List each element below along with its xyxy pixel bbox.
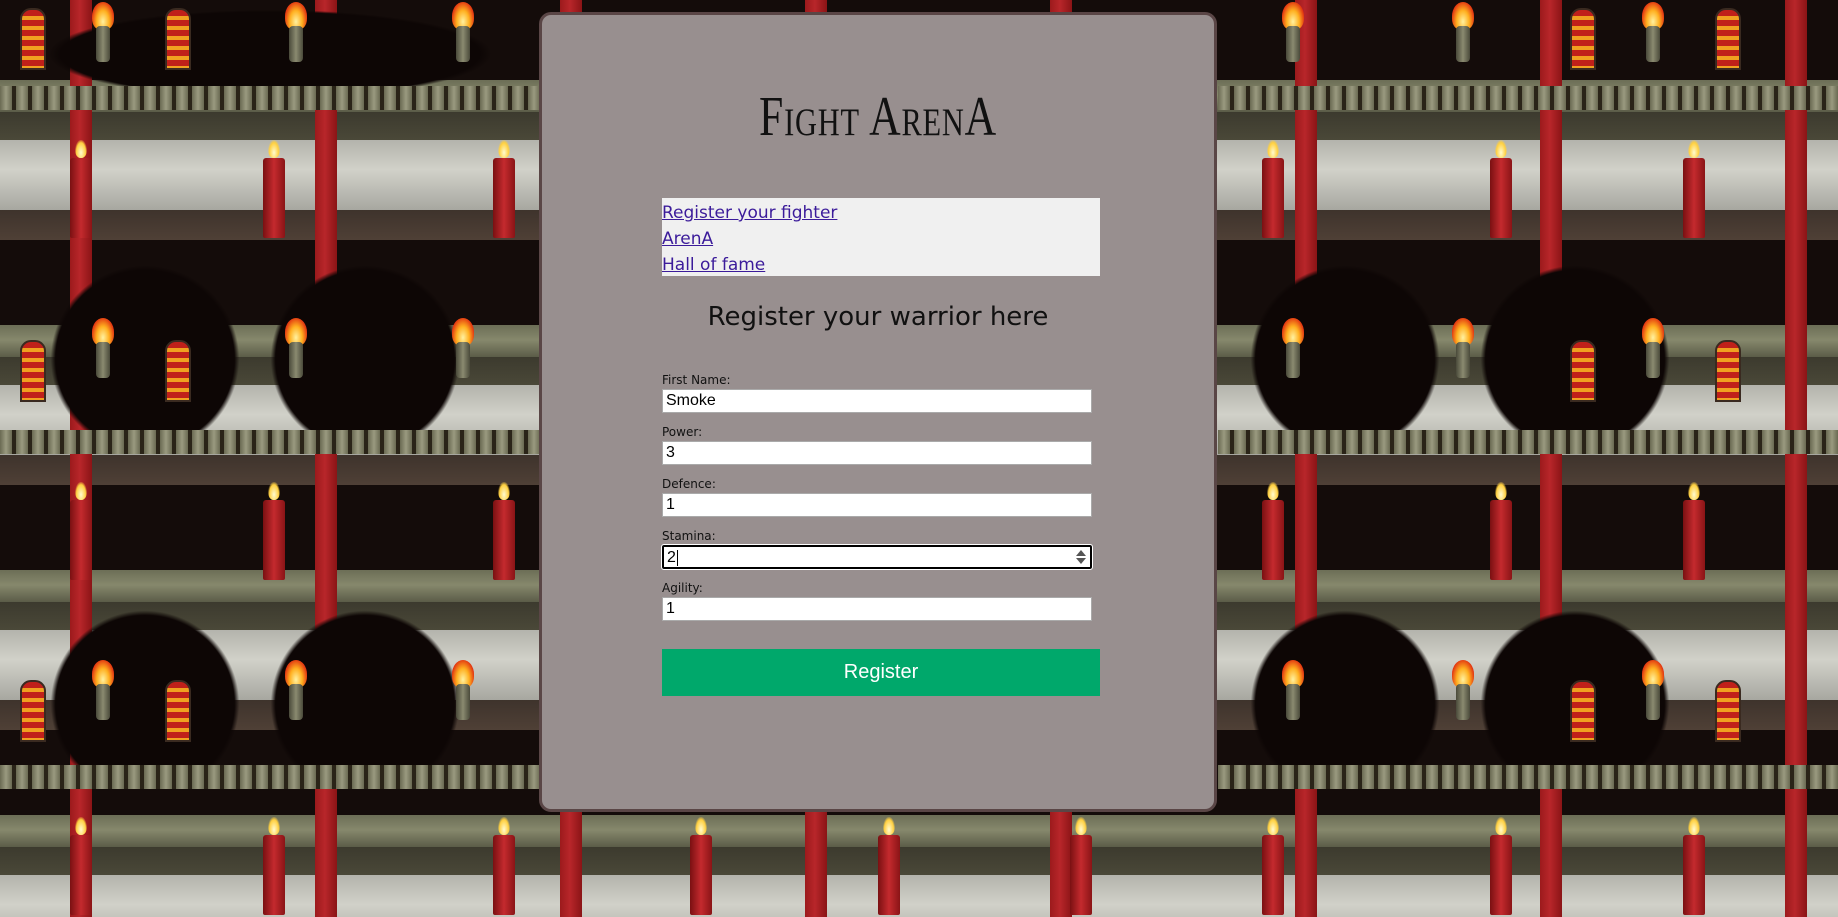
spin-up-icon[interactable] <box>1076 550 1086 556</box>
stamina-label: Stamina: <box>662 529 716 543</box>
defence-label: Defence: <box>662 477 716 491</box>
candle <box>263 817 285 915</box>
number-spinner[interactable] <box>1074 549 1087 565</box>
stained-glass-window <box>1715 8 1741 70</box>
stamina-input[interactable]: 2 <box>661 544 1093 570</box>
torch <box>450 318 476 378</box>
defence-value: 1 <box>666 496 675 513</box>
background-arch <box>30 245 260 435</box>
torch <box>450 660 476 720</box>
candle <box>1070 817 1092 915</box>
torch <box>1280 2 1306 62</box>
first-name-label: First Name: <box>662 373 731 387</box>
stained-glass-window <box>1715 340 1741 402</box>
torch <box>1450 660 1476 720</box>
agility-label: Agility: <box>662 581 703 595</box>
candle <box>70 817 92 915</box>
stained-glass-window <box>1570 680 1596 742</box>
torch <box>1280 318 1306 378</box>
background-balustrade <box>1218 86 1838 110</box>
candle <box>493 817 515 915</box>
candle <box>1490 140 1512 238</box>
register-button[interactable]: Register <box>662 649 1100 696</box>
candle <box>1683 140 1705 238</box>
first-name-input[interactable]: Smoke <box>662 389 1092 413</box>
candle <box>1490 817 1512 915</box>
candle <box>1683 817 1705 915</box>
torch <box>283 2 309 62</box>
candle <box>878 817 900 915</box>
torch <box>283 660 309 720</box>
background-balustrade <box>1218 430 1838 454</box>
candle <box>1683 482 1705 580</box>
candle <box>493 482 515 580</box>
background-arch <box>30 590 260 780</box>
candle <box>493 140 515 238</box>
power-value: 3 <box>666 444 675 461</box>
torch <box>1640 318 1666 378</box>
nav-link-hall-of-fame[interactable]: Hall of fame <box>662 252 1100 278</box>
candle <box>690 817 712 915</box>
torch <box>90 2 116 62</box>
stained-glass-window <box>20 680 46 742</box>
torch <box>283 318 309 378</box>
stained-glass-window <box>1570 8 1596 70</box>
stained-glass-window <box>165 340 191 402</box>
background-balustrade <box>1218 765 1838 789</box>
stained-glass-window <box>165 680 191 742</box>
defence-input[interactable]: 1 <box>662 493 1092 517</box>
registration-card: Fight ArenA Register your fighter ArenA … <box>539 12 1217 812</box>
stained-glass-window <box>20 340 46 402</box>
registration-form: First Name: Smoke Power: 3 Defence: 1 St… <box>661 371 1100 632</box>
main-nav: Register your fighter ArenA Hall of fame <box>662 198 1100 276</box>
background-balustrade <box>0 765 540 789</box>
power-label: Power: <box>662 425 703 439</box>
candle <box>70 482 92 580</box>
form-heading: Register your warrior here <box>707 302 1049 332</box>
background-balustrade <box>0 86 540 110</box>
torch <box>1280 660 1306 720</box>
torch <box>1450 318 1476 378</box>
torch <box>90 318 116 378</box>
torch <box>90 660 116 720</box>
nav-link-register-fighter[interactable]: Register your fighter <box>662 200 1100 226</box>
agility-input[interactable]: 1 <box>662 597 1092 621</box>
candle <box>1262 140 1284 238</box>
stained-glass-window <box>1715 680 1741 742</box>
power-input[interactable]: 3 <box>662 441 1092 465</box>
torch <box>1640 660 1666 720</box>
candle <box>70 140 92 238</box>
text-caret <box>676 549 678 566</box>
stained-glass-window <box>1570 340 1596 402</box>
first-name-value: Smoke <box>666 392 716 409</box>
candle <box>1490 482 1512 580</box>
agility-value: 1 <box>666 600 675 617</box>
background-arch <box>1230 590 1460 780</box>
candle <box>1262 817 1284 915</box>
background-arch <box>1230 245 1460 435</box>
stained-glass-window <box>20 8 46 70</box>
spin-down-icon[interactable] <box>1076 558 1086 564</box>
torch <box>1450 2 1476 62</box>
torch <box>1640 2 1666 62</box>
candle <box>1262 482 1284 580</box>
torch <box>450 2 476 62</box>
page-title: Fight ArenA <box>759 86 997 148</box>
candle <box>263 140 285 238</box>
candle <box>263 482 285 580</box>
stamina-value: 2 <box>667 549 676 566</box>
nav-link-arena[interactable]: ArenA <box>662 226 1100 252</box>
background-balustrade <box>0 430 540 454</box>
stained-glass-window <box>165 8 191 70</box>
